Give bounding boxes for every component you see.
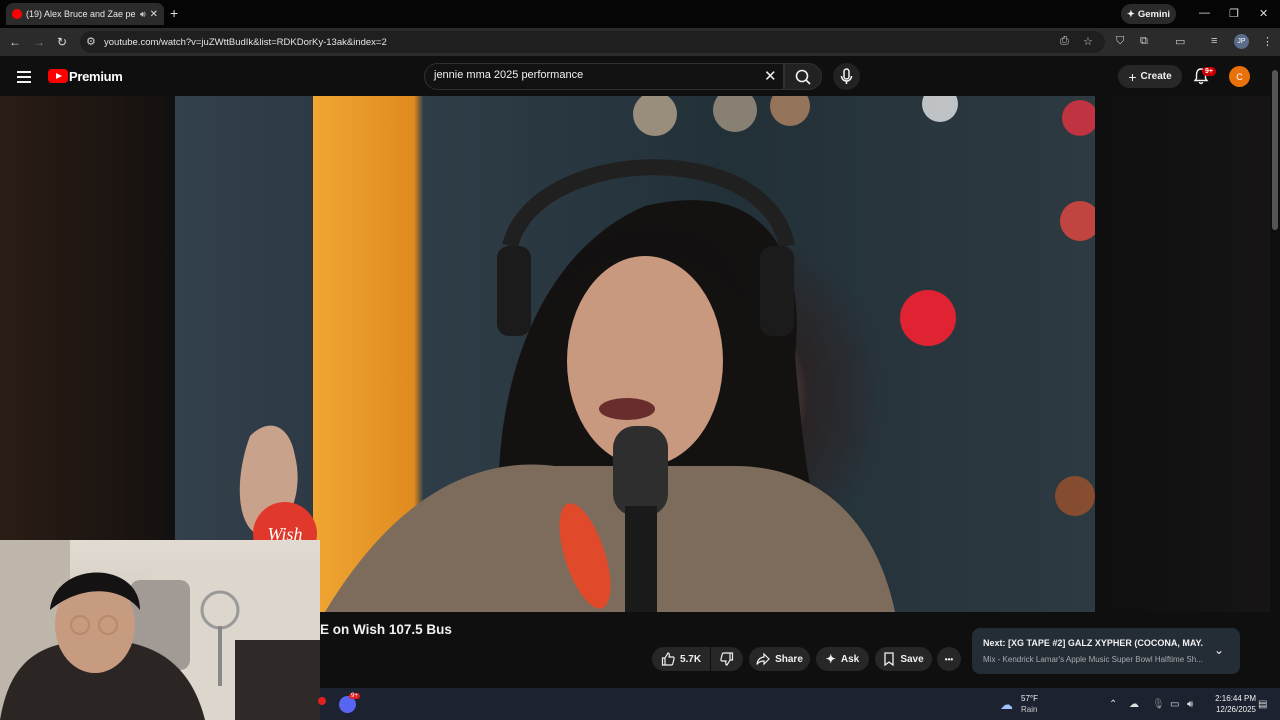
create-label: Create — [1140, 71, 1172, 82]
weather-temperature[interactable]: 57°F — [1021, 694, 1038, 703]
weather-condition[interactable]: Rain — [1021, 705, 1037, 714]
weather-rain-icon[interactable]: ☁︎ — [1000, 697, 1013, 713]
media-icon[interactable]: ▭ — [1175, 35, 1185, 48]
bookmark-icon — [884, 652, 894, 666]
like-button[interactable]: 5.7K — [652, 647, 710, 671]
ask-label: Ask — [840, 653, 860, 665]
save-button[interactable]: Save — [875, 647, 932, 671]
browser-tab[interactable]: (19) Alex Bruce and Zae pe 🔊︎ ✕ — [6, 3, 164, 25]
new-tab-button[interactable]: + — [170, 6, 178, 20]
close-window-button[interactable]: ✕ — [1259, 7, 1268, 20]
video-frame-image: Wish — [239, 96, 1095, 612]
account-avatar[interactable]: C — [1229, 66, 1250, 87]
gemini-button[interactable]: ✦ Gemini — [1121, 4, 1176, 24]
kebab-menu-icon[interactable]: ⋮ — [1262, 35, 1273, 48]
extensions-icon[interactable]: ⧉ — [1140, 35, 1148, 48]
mic-tray-icon[interactable]: 🎙︎ — [1152, 699, 1165, 710]
search-icon — [795, 69, 811, 85]
up-next-title[interactable]: Next: [XG TAPE #2] GALZ XYPHER (COCONA, … — [983, 638, 1203, 648]
speaker-icon[interactable]: 🔊︎ — [140, 9, 146, 20]
minimize-button[interactable]: — — [1199, 7, 1210, 19]
plus-icon: + — [1128, 68, 1137, 85]
back-button[interactable]: ← — [9, 35, 21, 49]
dislike-button[interactable] — [711, 647, 743, 671]
save-label: Save — [900, 653, 924, 665]
bookmark-star-icon[interactable]: ☆ — [1083, 35, 1093, 48]
reload-button[interactable]: ↻ — [57, 35, 67, 49]
microphone-icon — [840, 68, 853, 84]
video-player[interactable]: Wish — [175, 96, 1095, 612]
notification-badge: 9+ — [1202, 67, 1216, 76]
thumbs-down-icon — [720, 652, 734, 666]
clear-search-icon[interactable]: ✕ — [764, 67, 777, 85]
video-title: E on Wish 107.5 Bus — [320, 622, 452, 637]
like-count: 5.7K — [679, 653, 702, 665]
search-button[interactable] — [784, 63, 822, 90]
forward-button[interactable]: → — [33, 35, 45, 49]
chevron-up-icon[interactable]: ⌃ — [1109, 699, 1117, 710]
sparkle-icon: ✦ — [825, 652, 836, 666]
share-label: Share — [775, 653, 803, 665]
site-info-icon[interactable]: ⚙︎ — [86, 35, 96, 48]
create-button[interactable]: + Create — [1118, 65, 1182, 88]
youtube-favicon-icon — [12, 9, 22, 19]
gemini-label: Gemini — [1137, 8, 1171, 20]
cloud-icon[interactable]: ☁︎ — [1129, 699, 1139, 710]
clock-time[interactable]: 2:16:44 PM — [1206, 694, 1256, 703]
notification-center-icon[interactable]: ▤ — [1258, 699, 1267, 710]
hamburger-menu-icon[interactable] — [17, 71, 31, 83]
browser-tab-strip — [0, 0, 1280, 28]
ask-button[interactable]: ✦ Ask — [816, 647, 869, 671]
clock-date[interactable]: 12/26/2025 — [1206, 705, 1256, 714]
up-next-card[interactable] — [972, 628, 1240, 674]
voice-search-button[interactable] — [833, 63, 860, 90]
profile-avatar[interactable]: JP — [1234, 34, 1249, 49]
webcam-image — [0, 540, 320, 720]
search-input[interactable]: jennie mma 2025 performance — [434, 69, 583, 81]
share-button[interactable]: Share — [749, 647, 810, 671]
up-next-subtitle: Mix - Kendrick Lamar's Apple Music Super… — [983, 655, 1203, 664]
more-actions-button[interactable]: ••• — [937, 647, 961, 671]
share-icon — [756, 652, 770, 666]
webcam-overlay — [0, 540, 320, 720]
volume-icon[interactable]: 🔊︎ — [1187, 699, 1193, 710]
install-icon[interactable]: ⎙ — [1060, 35, 1069, 48]
shield-icon[interactable]: ⛉ — [1116, 35, 1124, 48]
chevron-down-icon[interactable]: ⌄ — [1214, 643, 1224, 657]
network-icon[interactable]: ▭ — [1170, 699, 1179, 710]
youtube-premium-logo[interactable]: Premium — [69, 69, 123, 84]
restore-button[interactable]: ❐ — [1229, 7, 1239, 20]
tab-close-icon[interactable]: ✕ — [150, 9, 158, 20]
thumbs-up-icon — [661, 652, 675, 666]
reading-list-icon[interactable]: ≡ — [1211, 35, 1217, 47]
url-text[interactable]: youtube.com/watch?v=juZWttBudIk&list=RDK… — [104, 37, 387, 48]
record-indicator-icon[interactable] — [318, 697, 326, 705]
scrollbar-thumb[interactable] — [1272, 70, 1278, 230]
youtube-logo-icon[interactable] — [48, 69, 68, 83]
discord-badge: 9+ — [349, 693, 360, 699]
tab-title: (19) Alex Bruce and Zae pe — [26, 9, 136, 19]
sparkle-icon: ✦ — [1126, 8, 1135, 20]
